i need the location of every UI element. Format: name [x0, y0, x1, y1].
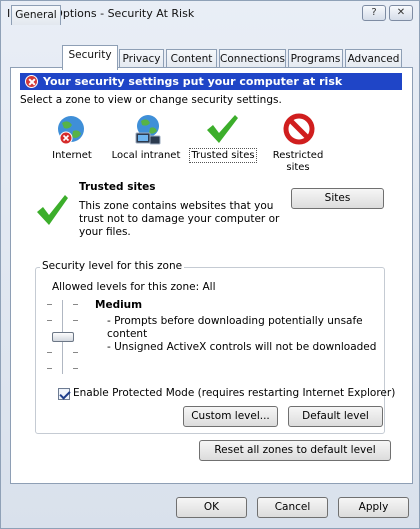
security-level-legend: Security level for this zone — [40, 260, 185, 272]
tab-security[interactable]: Security — [62, 45, 118, 70]
level-bullet-1-cont: content — [107, 328, 148, 340]
custom-level-button[interactable]: Custom level... — [183, 406, 278, 427]
ok-button[interactable]: OK — [176, 497, 247, 518]
zone-label-restricted-sites: Restricted sites — [272, 150, 324, 173]
zone-info-line-3: your files. — [79, 226, 131, 238]
slider-thumb[interactable] — [52, 332, 74, 342]
apply-button[interactable]: Apply — [338, 497, 409, 518]
zone-label-trusted-sites: Trusted sites — [189, 148, 257, 163]
tab-programs[interactable]: Programs — [288, 49, 343, 69]
network-globe-icon — [135, 115, 161, 145]
level-bullet-1: - Prompts before downloading potentially… — [107, 315, 363, 327]
protected-mode-label[interactable]: Enable Protected Mode (requires restarti… — [73, 387, 395, 399]
tab-advanced[interactable]: Advanced — [345, 49, 402, 69]
no-entry-icon — [283, 113, 315, 145]
sites-button[interactable]: Sites — [291, 188, 384, 209]
trusted-zone-check-icon — [37, 195, 68, 225]
cancel-button[interactable]: Cancel — [257, 497, 328, 518]
zone-select-prompt: Select a zone to view or change security… — [20, 94, 282, 106]
level-bullet-2: - Unsigned ActiveX controls will not be … — [107, 341, 377, 353]
title-bar[interactable]: Internet Options - Security At Risk ? ✕ — [1, 1, 419, 27]
close-button[interactable]: ✕ — [389, 5, 413, 21]
globe-warning-icon — [58, 116, 84, 145]
security-level-slider[interactable] — [45, 298, 81, 378]
internet-options-window: Internet Options - Security At Risk ? ✕ … — [0, 0, 420, 529]
security-level-name: Medium — [95, 299, 143, 311]
security-warning-bar[interactable]: Your security settings put your computer… — [20, 73, 402, 90]
zone-label-local-intranet: Local intranet — [111, 150, 181, 161]
reset-all-zones-button[interactable]: Reset all zones to default level — [199, 440, 391, 461]
tab-connections[interactable]: Connections — [219, 49, 286, 69]
allowed-levels-text: Allowed levels for this zone: All — [52, 281, 216, 293]
zone-label-internet: Internet — [52, 150, 92, 161]
protected-mode-checkbox[interactable] — [58, 388, 70, 400]
tab-content[interactable]: Content — [166, 49, 217, 69]
green-check-icon — [207, 115, 238, 143]
shield-warning-icon — [25, 75, 38, 88]
zone-info-line-1: This zone contains websites that you — [79, 200, 274, 212]
zone-info-line-2: trust not to damage your computer or — [79, 213, 280, 225]
security-warning-text: Your security settings put your computer… — [43, 75, 343, 88]
tab-privacy[interactable]: Privacy — [119, 49, 164, 69]
zone-info-title: Trusted sites — [79, 181, 156, 193]
help-button[interactable]: ? — [362, 5, 386, 21]
tab-general[interactable]: General — [11, 5, 61, 25]
default-level-button[interactable]: Default level — [288, 406, 383, 427]
